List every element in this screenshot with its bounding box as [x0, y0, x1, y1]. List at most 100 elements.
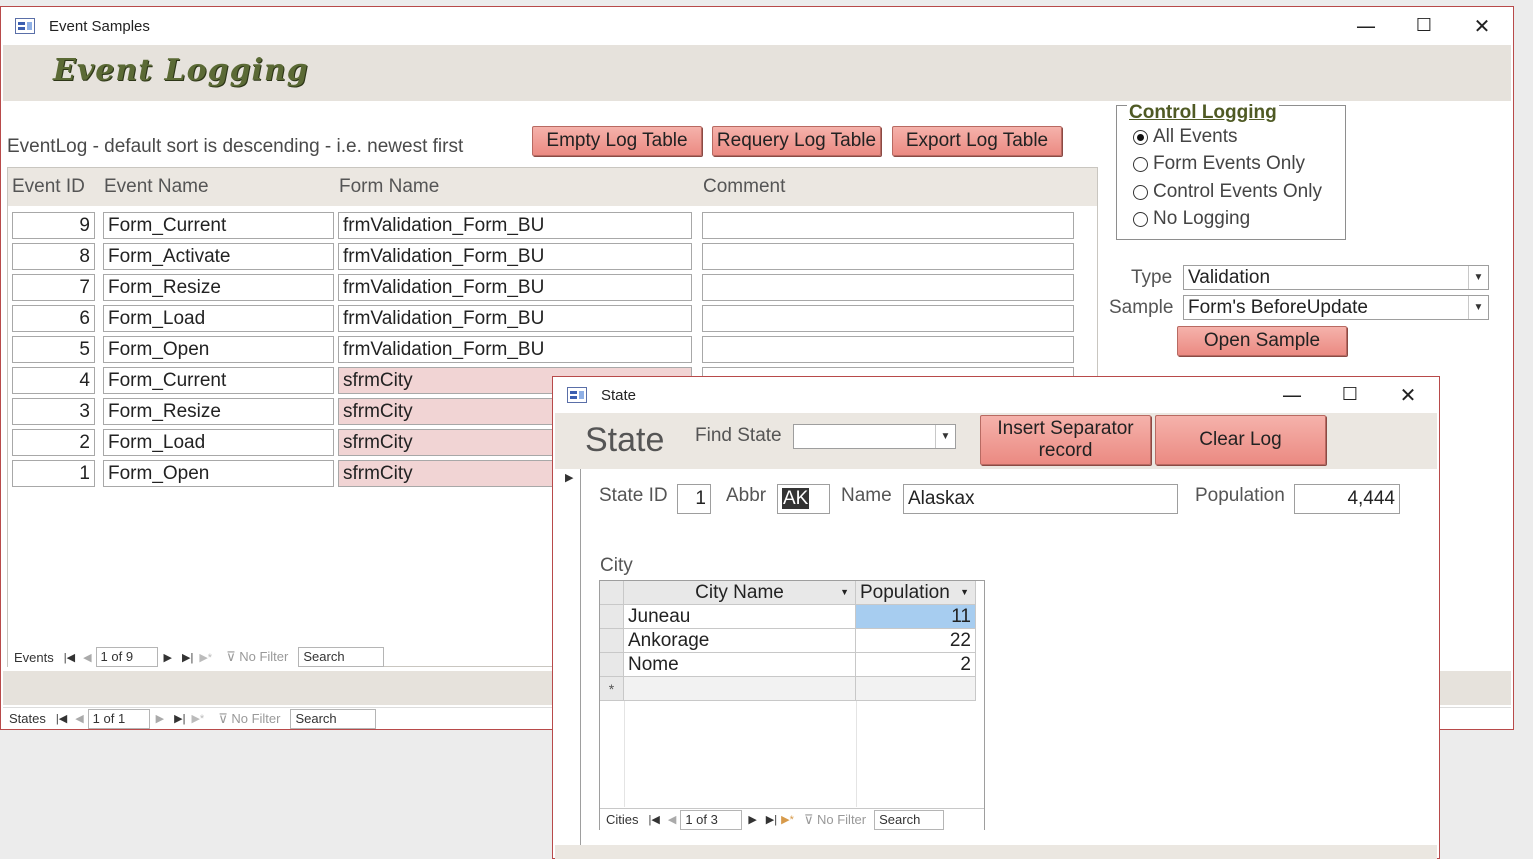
new-record-icon[interactable]: ▶*	[780, 813, 800, 826]
event-name-cell[interactable]: Form_Open	[103, 460, 334, 487]
radio-all-events[interactable]: All Events	[1133, 126, 1237, 148]
row-selector[interactable]	[600, 629, 624, 653]
event-name-cell[interactable]: Form_Open	[103, 336, 334, 363]
radio-label: No Logging	[1153, 208, 1251, 229]
find-state-combo[interactable]: ▼	[793, 424, 956, 449]
comment-cell[interactable]	[702, 212, 1074, 239]
state-id-field[interactable]: 1	[677, 484, 711, 514]
maximize-button[interactable]: ☐	[1395, 7, 1453, 45]
event-id-cell[interactable]: 1	[12, 460, 95, 487]
comment-cell[interactable]	[702, 274, 1074, 301]
export-log-button[interactable]: Export Log Table	[892, 126, 1062, 156]
no-filter-toggle[interactable]: ⊽ No Filter	[800, 812, 870, 828]
event-id-cell[interactable]: 6	[12, 305, 95, 332]
chevron-down-icon[interactable]: ▼	[1468, 296, 1488, 319]
prev-record-icon[interactable]: ◀	[71, 712, 87, 725]
event-id-cell[interactable]: 2	[12, 429, 95, 456]
chevron-down-icon[interactable]: ▼	[1468, 266, 1488, 289]
first-record-icon[interactable]: |◀	[645, 813, 664, 826]
first-record-icon[interactable]: |◀	[60, 651, 79, 664]
event-name-cell[interactable]: Form_Load	[103, 429, 334, 456]
last-record-icon[interactable]: ▶|	[170, 712, 189, 725]
record-counter[interactable]: 1 of 1	[87, 708, 150, 729]
form-name-cell[interactable]: frmValidation_Form_BU	[338, 274, 692, 301]
event-name-cell[interactable]: Form_Resize	[103, 398, 334, 425]
comment-cell[interactable]	[702, 336, 1074, 363]
sort-dropdown-icon[interactable]: ▼	[840, 581, 849, 604]
events-nav-label: Events	[14, 649, 54, 665]
no-filter-toggle[interactable]: ⊽ No Filter	[212, 711, 286, 727]
sample-combo[interactable]: Form's BeforeUpdate ▼	[1183, 295, 1489, 320]
new-record-icon[interactable]: ▶*	[189, 712, 212, 725]
search-box[interactable]: Search	[290, 708, 377, 729]
form-header: Event Logging	[3, 45, 1511, 101]
record-selector[interactable]: ▶	[559, 469, 581, 845]
radio-form-events-only[interactable]: Form Events Only	[1133, 153, 1305, 175]
form-name-cell[interactable]: frmValidation_Form_BU	[338, 212, 692, 239]
comment-cell[interactable]	[702, 305, 1074, 332]
next-record-icon[interactable]: ▶	[158, 651, 178, 664]
city-name-cell[interactable]: Ankorage	[624, 629, 856, 653]
event-id-cell[interactable]: 7	[12, 274, 95, 301]
event-name-cell[interactable]: Form_Resize	[103, 274, 334, 301]
city-population-cell[interactable]: 11	[856, 605, 976, 629]
event-name-cell[interactable]: Form_Activate	[103, 243, 334, 270]
close-button[interactable]: ✕	[1453, 7, 1511, 45]
sort-dropdown-icon[interactable]: ▼	[960, 581, 969, 604]
radio-control-events-only[interactable]: Control Events Only	[1133, 181, 1322, 203]
radio-no-logging[interactable]: No Logging	[1133, 208, 1250, 230]
event-id-cell[interactable]: 8	[12, 243, 95, 270]
search-box[interactable]: Search	[298, 647, 385, 667]
record-counter[interactable]: 1 of 9	[95, 647, 158, 667]
insert-separator-button[interactable]: Insert Separator record	[980, 415, 1151, 465]
type-combo[interactable]: Validation ▼	[1183, 265, 1489, 290]
event-name-cell[interactable]: Form_Current	[103, 212, 334, 239]
chevron-down-icon[interactable]: ▼	[935, 425, 955, 448]
row-selector[interactable]	[600, 653, 624, 677]
event-name-cell[interactable]: Form_Load	[103, 305, 334, 332]
event-id-cell[interactable]: 3	[12, 398, 95, 425]
minimize-button[interactable]: —	[1263, 377, 1321, 413]
no-filter-toggle[interactable]: ⊽ No Filter	[220, 649, 294, 665]
requery-log-button[interactable]: Requery Log Table	[712, 126, 881, 156]
new-city-pop-cell[interactable]	[856, 677, 976, 701]
radio-button-icon	[1133, 211, 1148, 227]
name-field[interactable]: Alaskax	[903, 484, 1178, 514]
population-header[interactable]: Population ▼	[856, 581, 976, 605]
city-population-cell[interactable]: 22	[856, 629, 976, 653]
comment-cell[interactable]	[702, 243, 1074, 270]
prev-record-icon[interactable]: ◀	[664, 813, 680, 826]
city-population-cell[interactable]: 2	[856, 653, 976, 677]
abbr-field[interactable]: AK	[777, 484, 830, 514]
city-name-cell[interactable]: Nome	[624, 653, 856, 677]
form-name-cell[interactable]: frmValidation_Form_BU	[338, 336, 692, 363]
maximize-button[interactable]: ☐	[1321, 377, 1379, 413]
search-box[interactable]: Search	[874, 809, 945, 830]
next-record-icon[interactable]: ▶	[742, 813, 762, 826]
prev-record-icon[interactable]: ◀	[79, 651, 95, 664]
event-name-cell[interactable]: Form_Current	[103, 367, 334, 394]
form-name-cell[interactable]: frmValidation_Form_BU	[338, 243, 692, 270]
close-button[interactable]: ✕	[1379, 377, 1437, 413]
form-name-cell[interactable]: frmValidation_Form_BU	[338, 305, 692, 332]
open-sample-button[interactable]: Open Sample	[1177, 326, 1347, 356]
city-name-header[interactable]: City Name ▼	[624, 581, 856, 605]
event-id-cell[interactable]: 9	[12, 212, 95, 239]
first-record-icon[interactable]: |◀	[52, 712, 71, 725]
row-selector[interactable]	[600, 605, 624, 629]
minimize-button[interactable]: —	[1337, 7, 1395, 45]
last-record-icon[interactable]: ▶|	[178, 651, 197, 664]
next-record-icon[interactable]: ▶	[150, 712, 170, 725]
new-city-name-cell[interactable]	[624, 677, 856, 701]
last-record-icon[interactable]: ▶|	[763, 813, 780, 826]
empty-log-button[interactable]: Empty Log Table	[532, 126, 702, 156]
event-id-cell[interactable]: 4	[12, 367, 95, 394]
clear-log-button[interactable]: Clear Log	[1155, 415, 1326, 465]
population-field[interactable]: 4,444	[1294, 484, 1400, 514]
city-name-cell[interactable]: Juneau	[624, 605, 856, 629]
record-counter[interactable]: 1 of 3	[680, 809, 743, 830]
new-record-icon[interactable]: ▶*	[197, 651, 220, 664]
event-id-cell[interactable]: 5	[12, 336, 95, 363]
select-all-corner[interactable]	[600, 581, 624, 605]
new-row-selector[interactable]: *	[600, 677, 624, 701]
